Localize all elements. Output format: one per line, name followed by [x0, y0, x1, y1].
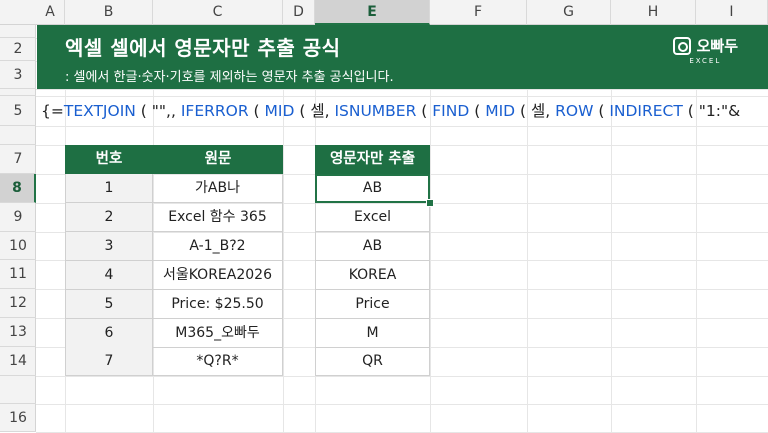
table-cell-number[interactable]: 1 [65, 174, 153, 203]
formula-fn-iferror: IFERROR [180, 102, 249, 120]
grid-hline [36, 404, 768, 405]
table-cell-original[interactable]: 서울KOREA2026 [153, 260, 283, 290]
table-cell-extracted[interactable]: M [315, 318, 430, 348]
formula-fn-mid: MID [485, 102, 516, 120]
title-banner: 엑셀 셀에서 영문자만 추출 공식 : 셀에서 한글·숫자·기호를 제외하는 영… [37, 25, 768, 89]
row-header[interactable]: 14 [0, 347, 36, 376]
row-header[interactable]: 13 [0, 318, 36, 347]
table-cell-number[interactable]: 5 [65, 289, 153, 319]
table-cell-original[interactable]: 가AB나 [153, 174, 283, 203]
formula-part: ( [469, 102, 486, 120]
formula-fn-isnumber: ISNUMBER [334, 102, 417, 120]
page-title: 엑셀 셀에서 영문자만 추출 공식 [65, 36, 341, 60]
formula-fn-textjoin: TEXTJOIN [63, 102, 136, 120]
brand-subtitle: EXCEL [689, 57, 722, 65]
header-number[interactable]: 번호 [65, 145, 153, 174]
brand-name: 오빠두 [696, 37, 738, 55]
row-header[interactable] [0, 89, 36, 96]
brand-logo: 오빠두 EXCEL [672, 35, 738, 65]
row-header[interactable]: 2 [0, 38, 36, 61]
column-header-b[interactable]: B [65, 0, 153, 25]
formula-open: {= [41, 102, 64, 120]
header-original[interactable]: 원문 [153, 145, 283, 174]
row-header[interactable]: 8 [0, 174, 36, 203]
table-cell-extracted[interactable]: AB [315, 231, 430, 261]
grid-hline [36, 126, 768, 127]
camera-logo-icon [672, 36, 691, 55]
table-cell-original[interactable]: A-1_B?2 [153, 231, 283, 261]
formula-part: ( 셀, [515, 102, 556, 120]
formula-part: ( "",, [135, 102, 181, 120]
column-header-d[interactable]: D [283, 0, 315, 25]
row-header[interactable]: 12 [0, 289, 36, 318]
formula-fn-indirect: INDIRECT [609, 102, 683, 120]
row-header[interactable]: 7 [0, 145, 36, 174]
page-subtitle: : 셀에서 한글·숫자·기호를 제외하는 영문자 추출 공식입니다. [65, 70, 394, 85]
row-header[interactable] [0, 126, 36, 145]
row-header[interactable]: 9 [0, 203, 36, 232]
column-header-bar: ABCDEFGHI [0, 0, 768, 25]
active-cell-outline [315, 174, 430, 203]
header-extracted[interactable]: 영문자만 추출 [315, 145, 430, 174]
row-header[interactable] [0, 376, 36, 404]
row-header-bar: 2 3 5 7 8 9 10 11 12 13 14 16 [0, 25, 36, 432]
table-cell-number[interactable]: 3 [65, 231, 153, 261]
row-header[interactable]: 11 [0, 260, 36, 289]
row-header[interactable]: 10 [0, 232, 36, 260]
table-cell-number[interactable]: 4 [65, 260, 153, 290]
column-header-e[interactable]: E [315, 0, 430, 25]
formula-fn-mid: MID [264, 102, 295, 120]
fill-handle[interactable] [426, 199, 434, 207]
formula-part: ( 셀, [294, 102, 335, 120]
table-cell-extracted[interactable]: Excel [315, 202, 430, 232]
table-cell-extracted[interactable]: QR [315, 347, 430, 377]
row-header[interactable]: 5 [0, 96, 36, 126]
table-cell-original[interactable]: *Q?R* [153, 347, 283, 377]
column-header-i[interactable]: I [696, 0, 768, 25]
formula-part: ( [416, 102, 433, 120]
table-cell-number[interactable]: 7 [65, 347, 153, 377]
table-cell-extracted[interactable]: Price [315, 289, 430, 319]
table-cell-extracted[interactable]: KOREA [315, 260, 430, 290]
row-header[interactable]: 16 [0, 404, 36, 432]
grid-hline [36, 89, 768, 90]
table-cell-number[interactable]: 6 [65, 318, 153, 348]
column-header-g[interactable]: G [527, 0, 611, 25]
row-header[interactable]: 3 [0, 61, 36, 89]
formula-fn-find: FIND [432, 102, 470, 120]
table-cell-original[interactable]: Price: $25.50 [153, 289, 283, 319]
column-header-h[interactable]: H [611, 0, 696, 25]
formula-fn-row: ROW [555, 102, 594, 120]
table-cell-number[interactable]: 2 [65, 202, 153, 232]
formula-part: ( "1:"& [682, 102, 741, 120]
column-header-a[interactable]: A [36, 0, 65, 25]
table-cell-original[interactable]: Excel 함수 365 [153, 202, 283, 232]
formula-cell[interactable]: {=TEXTJOIN ( "",, IFERROR ( MID ( 셀, ISN… [37, 96, 768, 126]
formula-part: ( [248, 102, 265, 120]
column-header-c[interactable]: C [153, 0, 283, 25]
row-header-partial[interactable] [0, 25, 36, 38]
formula-part: ( [593, 102, 610, 120]
table-cell-original[interactable]: M365_오빠두 [153, 318, 283, 348]
column-header-f[interactable]: F [430, 0, 527, 25]
